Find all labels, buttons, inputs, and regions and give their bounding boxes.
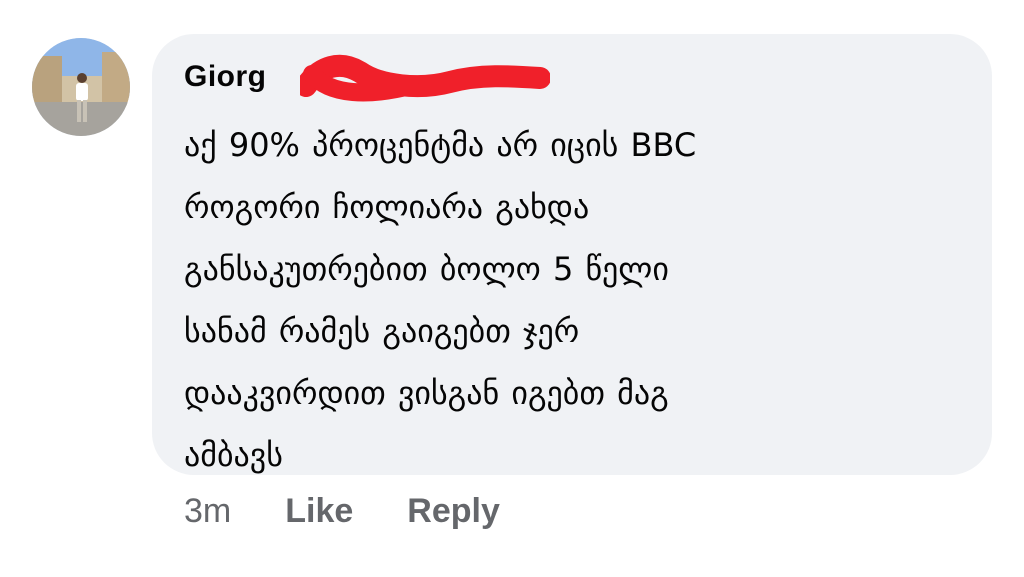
comment-actions: 3m Like Reply: [184, 492, 500, 531]
comment-text-line: სანამ რამეს გაიგებთ ჯერ: [184, 312, 580, 350]
comment-text-line: განსაკუთრებით ბოლო 5 წელი: [184, 250, 669, 288]
author-name[interactable]: Giorg: [184, 60, 267, 94]
comment-text-line: როგორი ჩოლიარა გახდა: [184, 188, 590, 226]
avatar[interactable]: [32, 38, 130, 136]
reply-button[interactable]: Reply: [407, 492, 500, 531]
comment: Giorg აქ 90% პროცენტმა არ იცის BBC როგორ…: [0, 0, 1024, 577]
comment-text-line: აქ 90% პროცენტმა არ იცის BBC: [184, 126, 697, 164]
like-button[interactable]: Like: [285, 492, 353, 531]
redaction-scribble: [300, 54, 550, 102]
comment-text-line: დააკვირდით ვისგან იგებთ მაგ: [184, 374, 669, 412]
comment-text: აქ 90% პროცენტმა არ იცის BBC როგორი ჩოლი…: [184, 114, 964, 486]
comment-bubble: Giorg აქ 90% პროცენტმა არ იცის BBC როგორ…: [152, 34, 992, 475]
avatar-photo: [32, 38, 130, 136]
comment-text-line: ამბავს: [184, 436, 283, 474]
timestamp[interactable]: 3m: [184, 492, 231, 531]
